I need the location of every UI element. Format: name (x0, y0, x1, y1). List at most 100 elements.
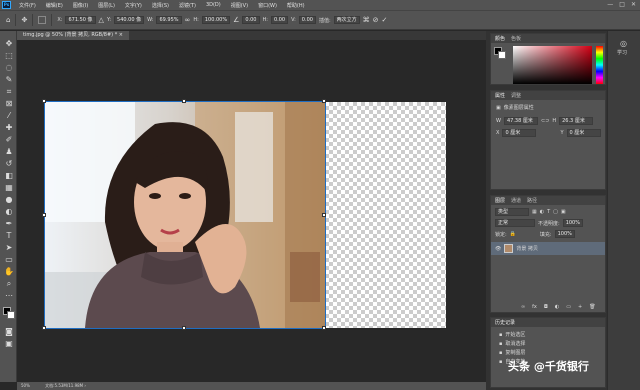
zoom-tool-icon[interactable]: ⌕ (4, 279, 14, 289)
learn-label[interactable]: 学习 (617, 49, 627, 56)
add-mask-icon[interactable]: ◘ (544, 304, 548, 310)
path-select-tool-icon[interactable]: ➤ (4, 243, 14, 253)
menu-type[interactable]: 文字(Y) (120, 2, 147, 9)
close-button[interactable]: ✕ (631, 1, 636, 8)
frame-tool-icon[interactable]: ⊠ (4, 99, 14, 109)
transform-handle-top-right[interactable] (322, 99, 326, 103)
menu-3d[interactable]: 3D(D) (201, 2, 226, 8)
height-field[interactable]: 26.3 厘米 (559, 117, 594, 125)
transform-bounding-box[interactable] (44, 101, 326, 329)
lasso-tool-icon[interactable]: ◌ (4, 63, 14, 73)
menu-image[interactable]: 图像(I) (68, 2, 93, 9)
minimize-button[interactable]: — (607, 1, 613, 8)
width-scale-field[interactable]: 69.95% (156, 16, 182, 24)
stamp-tool-icon[interactable]: ♟ (4, 147, 14, 157)
quick-select-tool-icon[interactable]: ✎ (4, 75, 14, 85)
x-position-field[interactable]: 671.50 像 (65, 16, 96, 24)
tab-adjustments[interactable]: 调整 (511, 92, 521, 99)
gradient-tool-icon[interactable]: ▦ (4, 183, 14, 193)
new-layer-icon[interactable]: + (578, 304, 582, 310)
menu-filter[interactable]: 滤镜(T) (174, 2, 201, 9)
menu-help[interactable]: 帮助(H) (282, 2, 310, 9)
commit-transform-icon[interactable]: ✓ (382, 16, 388, 24)
fill-field[interactable]: 100% (554, 230, 575, 238)
transform-handle-top-left[interactable] (42, 99, 46, 103)
tab-color[interactable]: 颜色 (495, 35, 505, 42)
hue-slider[interactable] (596, 46, 603, 84)
blur-tool-icon[interactable]: ● (4, 195, 14, 205)
history-item[interactable]: ▪ 取消选择 (499, 339, 605, 348)
pen-tool-icon[interactable]: ✒ (4, 219, 14, 229)
more-tools-icon[interactable]: ⋯ (4, 291, 14, 301)
transform-handle-top[interactable] (182, 99, 186, 103)
layer-filter-select[interactable]: 类型 (495, 208, 529, 216)
history-item[interactable]: ▪ 复制图层 (499, 348, 605, 357)
delete-layer-icon[interactable]: 🗑 (589, 304, 595, 310)
background-color-swatch[interactable] (7, 311, 15, 319)
eraser-tool-icon[interactable]: ◧ (4, 171, 14, 181)
vskew-field[interactable]: 0.00 (298, 16, 316, 24)
rotate-angle-field[interactable]: 0.00 (242, 16, 260, 24)
history-brush-icon[interactable]: ↺ (4, 159, 14, 169)
history-item[interactable]: ▪ 开始选区 (499, 330, 605, 339)
brush-tool-icon[interactable]: ✐ (4, 135, 14, 145)
status-arrow-icon[interactable]: › (84, 383, 86, 388)
menu-edit[interactable]: 编辑(E) (41, 2, 68, 9)
interpolation-select[interactable]: 两次立方 (333, 16, 360, 24)
type-tool-icon[interactable]: T (4, 231, 14, 241)
shape-tool-icon[interactable]: ▭ (4, 255, 14, 265)
delta-icon[interactable]: △ (99, 16, 104, 24)
height-scale-field[interactable]: 100.00% (201, 16, 231, 24)
document-tab[interactable]: timg.jpg @ 50% (背景 拷贝, RGB/8#) * × (17, 31, 129, 40)
layer-name[interactable]: 背景 拷贝 (516, 245, 538, 252)
transform-handle-right[interactable] (322, 213, 326, 217)
transform-handle-bottom[interactable] (182, 326, 186, 330)
filter-smart-icon[interactable]: ▣ (561, 209, 566, 215)
menu-view[interactable]: 视图(V) (226, 2, 253, 9)
layer-row[interactable]: 👁 背景 拷贝 (491, 242, 605, 255)
link-icon[interactable]: ∞ (185, 16, 191, 24)
tab-layers[interactable]: 图层 (495, 197, 505, 204)
x-field[interactable]: 0 厘米 (502, 129, 537, 137)
home-icon[interactable]: ⌂ (6, 16, 10, 24)
healing-tool-icon[interactable]: ✚ (4, 123, 14, 133)
dodge-tool-icon[interactable]: ◐ (4, 207, 14, 217)
transform-handle-bottom-right[interactable] (322, 326, 326, 330)
hand-tool-icon[interactable]: ✋ (4, 267, 14, 277)
eyedropper-tool-icon[interactable]: ⁄ (4, 111, 14, 121)
filter-type-icon[interactable]: T (547, 209, 550, 215)
move-transform-icon[interactable]: ✥ (21, 16, 27, 24)
tab-channels[interactable]: 通道 (511, 197, 521, 204)
cancel-transform-icon[interactable]: ⊘ (373, 16, 379, 24)
transform-handle-left[interactable] (42, 213, 46, 217)
learn-icon[interactable]: ◎ (620, 39, 627, 48)
move-tool-icon[interactable]: ✥ (4, 39, 14, 49)
hskew-field[interactable]: 0.00 (270, 16, 289, 24)
tab-history[interactable]: 历史记录 (495, 319, 515, 326)
screen-mode-icon[interactable]: ▣ (4, 339, 14, 349)
eye-icon[interactable]: 👁 (495, 246, 501, 252)
background-swatch[interactable] (498, 51, 506, 59)
reference-point-icon[interactable] (38, 16, 47, 24)
quick-mask-icon[interactable]: ◙ (4, 327, 14, 337)
filter-pixel-icon[interactable]: ▦ (532, 209, 537, 215)
maximize-button[interactable]: □ (619, 1, 625, 8)
menu-file[interactable]: 文件(F) (14, 2, 41, 9)
fx-icon[interactable]: fx (532, 304, 537, 310)
crop-tool-icon[interactable]: ⌗ (4, 87, 14, 97)
y-field[interactable]: 0 厘米 (566, 129, 601, 137)
link-proportions-icon[interactable]: ⊂⊃ (541, 118, 549, 124)
close-tab-icon[interactable]: × (119, 32, 123, 38)
adjustment-layer-icon[interactable]: ◐ (555, 304, 559, 310)
warp-icon[interactable]: ⌘ (363, 16, 370, 24)
y-position-field[interactable]: 540.00 像 (114, 16, 145, 24)
menu-window[interactable]: 窗口(W) (253, 2, 282, 9)
blend-mode-select[interactable]: 正常 (495, 219, 535, 227)
filter-shape-icon[interactable]: ▢ (553, 209, 558, 215)
tab-swatches[interactable]: 色板 (511, 35, 521, 42)
filter-adjust-icon[interactable]: ◐ (540, 209, 544, 215)
tab-properties[interactable]: 属性 (495, 92, 505, 99)
zoom-level[interactable]: 50% (21, 383, 30, 388)
tab-paths[interactable]: 路径 (527, 197, 537, 204)
new-group-icon[interactable]: ▭ (566, 304, 571, 310)
